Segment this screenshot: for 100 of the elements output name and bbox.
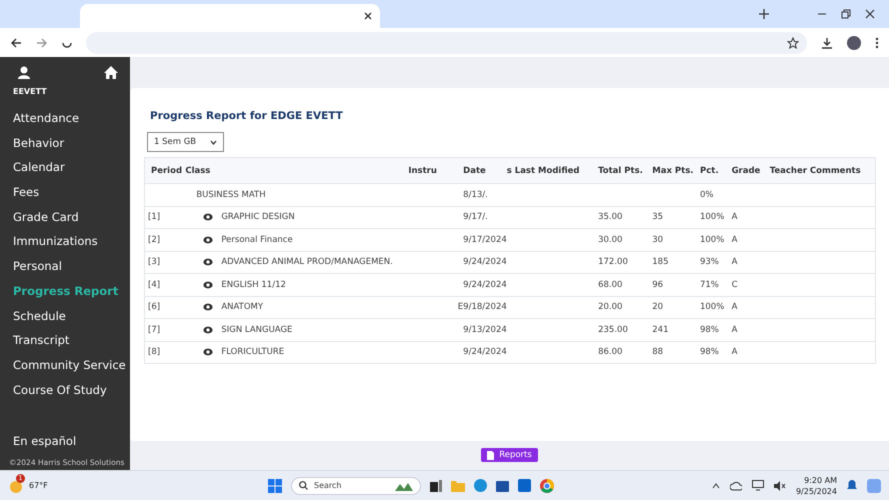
close-icon[interactable] — [364, 12, 372, 20]
bell-icon[interactable] — [847, 480, 857, 491]
table-cell: 93% — [700, 257, 719, 268]
windows-start-icon[interactable] — [268, 478, 282, 492]
language-link[interactable]: En español — [0, 434, 130, 458]
nav-item[interactable]: Grade Card — [0, 204, 130, 230]
table-cell: A — [732, 212, 738, 222]
eye-icon[interactable] — [203, 236, 214, 244]
nav-item[interactable]: Progress Report — [0, 278, 130, 304]
document-icon — [487, 450, 494, 460]
nav-item[interactable]: Attendance — [0, 106, 130, 131]
table-cell: C — [732, 280, 738, 290]
table-cell: 8/13/. — [463, 190, 488, 200]
table-cell: 9/24/2024 — [463, 257, 507, 268]
table-cell: 30 — [652, 234, 664, 245]
forward-icon[interactable] — [36, 36, 48, 48]
table-cell: A — [732, 234, 738, 245]
table-cell: 9/18/2024 — [463, 302, 507, 312]
nav-item[interactable]: Behavior — [0, 130, 130, 156]
column-header: Instru — [408, 166, 437, 176]
table-cell: 9/17/2024 — [463, 234, 507, 245]
class-link[interactable]: ENGLISH 11/12 — [221, 280, 286, 290]
new-tab-icon[interactable] — [759, 9, 769, 19]
user-name: EEVETT — [12, 86, 48, 98]
table-cell: 20.00 — [598, 302, 622, 312]
eye-icon[interactable] — [203, 303, 214, 312]
nav-item[interactable]: Transcript — [0, 328, 130, 353]
table-cell: 100% — [700, 302, 724, 312]
table-cell: 35.00 — [598, 212, 622, 222]
landscape-icon — [395, 480, 413, 490]
table-cell: A — [732, 324, 738, 335]
store-icon[interactable] — [496, 479, 509, 492]
table-cell: 0% — [700, 190, 714, 200]
browser-icon[interactable] — [474, 479, 487, 492]
nav-item[interactable]: Personal — [0, 254, 130, 279]
star-icon[interactable] — [787, 36, 799, 48]
cloud-icon[interactable] — [730, 480, 742, 490]
column-header: Total Pts. — [598, 166, 643, 176]
table-cell: 172.00 — [598, 257, 628, 268]
back-icon[interactable] — [10, 36, 22, 48]
table-cell: 86.00 — [598, 347, 622, 358]
close-icon[interactable] — [865, 9, 875, 19]
table-cell: 96 — [652, 280, 664, 290]
clock-time: 9:20 AM — [803, 474, 837, 486]
table-cell: 9/17/. — [463, 212, 488, 222]
nav-item[interactable]: Community Service — [0, 352, 130, 378]
eye-icon[interactable] — [203, 326, 214, 334]
chrome-icon[interactable] — [540, 478, 554, 492]
term-select[interactable]: 1 Sem GB — [147, 132, 224, 152]
column-header: Max Pts. — [652, 166, 694, 176]
instructor-text: E — [458, 302, 464, 312]
class-link[interactable]: Personal Finance — [221, 234, 293, 245]
table-cell: 9/24/2024 — [463, 280, 507, 290]
table-cell: 241 — [652, 324, 668, 335]
chevron-up-icon[interactable] — [712, 482, 720, 488]
class-link[interactable]: ADVANCED ANIMAL PROD/MANAGEMEN. — [221, 257, 393, 268]
eye-icon[interactable] — [203, 280, 214, 289]
avatar-icon[interactable] — [847, 36, 861, 50]
table-cell: [4] — [148, 280, 160, 290]
table-cell: 100% — [700, 234, 724, 245]
table-cell: 98% — [700, 347, 719, 358]
speaker-icon[interactable] — [774, 480, 786, 490]
nav-item[interactable]: Fees — [0, 180, 130, 205]
task-view-icon[interactable] — [430, 480, 442, 492]
chevron-icon — [210, 140, 218, 144]
nav-item[interactable]: Course Of Study — [0, 378, 130, 402]
table-cell: 9/24/2024 — [463, 347, 507, 358]
class-link[interactable]: ANATOMY — [221, 302, 264, 312]
nav-item[interactable]: Calendar — [0, 155, 130, 180]
column-header: Pct. — [700, 166, 719, 176]
table-cell: [2] — [148, 234, 160, 245]
table-cell: 88 — [652, 347, 664, 358]
eye-icon[interactable] — [203, 348, 214, 356]
table-cell: [3] — [148, 257, 160, 268]
restore-icon[interactable] — [841, 9, 851, 19]
more-icon[interactable] — [875, 36, 879, 48]
search-field[interactable]: Search — [291, 476, 421, 494]
class-link[interactable]: FLORICULTURE — [221, 347, 284, 358]
column-header: Class — [185, 166, 210, 176]
eye-icon[interactable] — [203, 258, 214, 266]
column-header: s Last Modified — [506, 166, 580, 176]
nav-item[interactable]: Immunizations — [0, 229, 130, 254]
table-cell: 235.00 — [598, 324, 628, 335]
eye-icon[interactable] — [203, 213, 214, 222]
table-cell: A — [732, 257, 738, 268]
class-link[interactable]: GRAPHIC DESIGN — [221, 212, 295, 222]
nav-item[interactable]: Schedule — [0, 304, 130, 328]
home-icon[interactable] — [104, 66, 118, 79]
monitor-icon[interactable] — [752, 480, 764, 491]
table-cell: 9/13/2024 — [463, 324, 507, 335]
weather-icon — [8, 478, 24, 492]
table-cell: 30.00 — [598, 234, 622, 245]
user-icon[interactable] — [18, 66, 30, 79]
reports-button[interactable]: Reports — [481, 448, 538, 462]
table-cell: 68.00 — [598, 280, 622, 290]
class-link[interactable]: SIGN LANGUAGE — [221, 324, 292, 335]
table-cell: A — [732, 347, 738, 358]
clock-date: 9/25/2024 — [796, 486, 837, 496]
column-header: Date — [463, 166, 486, 176]
download-icon[interactable] — [821, 36, 833, 48]
